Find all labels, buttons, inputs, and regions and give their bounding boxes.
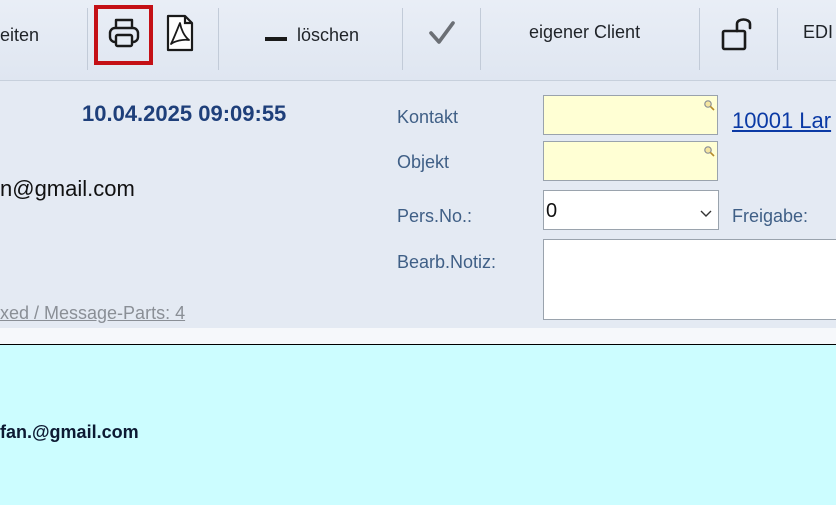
magnifier-icon[interactable] <box>703 98 715 116</box>
delete-button-label: löschen <box>297 25 360 45</box>
toolbar-separator <box>699 8 700 70</box>
toolbar-separator <box>480 8 481 70</box>
divider-gap <box>0 328 836 344</box>
toolbar-separator <box>87 8 88 70</box>
toolbar-separator <box>402 8 403 70</box>
own-client-button[interactable]: eigener Client <box>529 22 640 43</box>
notiz-label: Bearb.Notiz: <box>397 252 497 272</box>
magnifier-icon[interactable] <box>703 144 715 162</box>
pdf-icon[interactable] <box>165 14 195 57</box>
body-email: fan.@gmail.com <box>0 422 139 442</box>
sender-email: n@gmail.com <box>0 176 135 201</box>
edi-button[interactable]: EDI <box>803 22 833 43</box>
notiz-textarea[interactable] <box>543 239 836 320</box>
freigabe-label: Freigabe: <box>732 206 809 226</box>
toolbar-separator <box>777 8 778 70</box>
persno-value: 0 <box>546 200 558 222</box>
unlock-icon[interactable] <box>720 14 754 57</box>
persno-label: Pers.No.: <box>397 206 473 226</box>
message-parts-link[interactable]: xed / Message-Parts: 4 <box>0 303 185 324</box>
kontakt-input[interactable] <box>543 95 718 135</box>
toolbar-separator <box>218 8 219 70</box>
minus-icon <box>265 30 287 48</box>
kontakt-label: Kontakt <box>397 107 459 127</box>
print-button-highlight <box>94 5 153 65</box>
kontakt-link[interactable]: 10001 Lar <box>732 108 831 134</box>
chevron-down-icon <box>700 205 712 223</box>
edit-button[interactable]: eiten <box>0 25 39 46</box>
objekt-label: Objekt <box>397 152 450 172</box>
toolbar: eiten löschen eigener Client EDI <box>0 0 836 81</box>
message-datetime: 10.04.2025 09:09:55 <box>82 101 287 126</box>
persno-select[interactable]: 0 <box>543 190 719 230</box>
checkmark-icon[interactable] <box>428 20 456 51</box>
objekt-input[interactable] <box>543 141 718 181</box>
